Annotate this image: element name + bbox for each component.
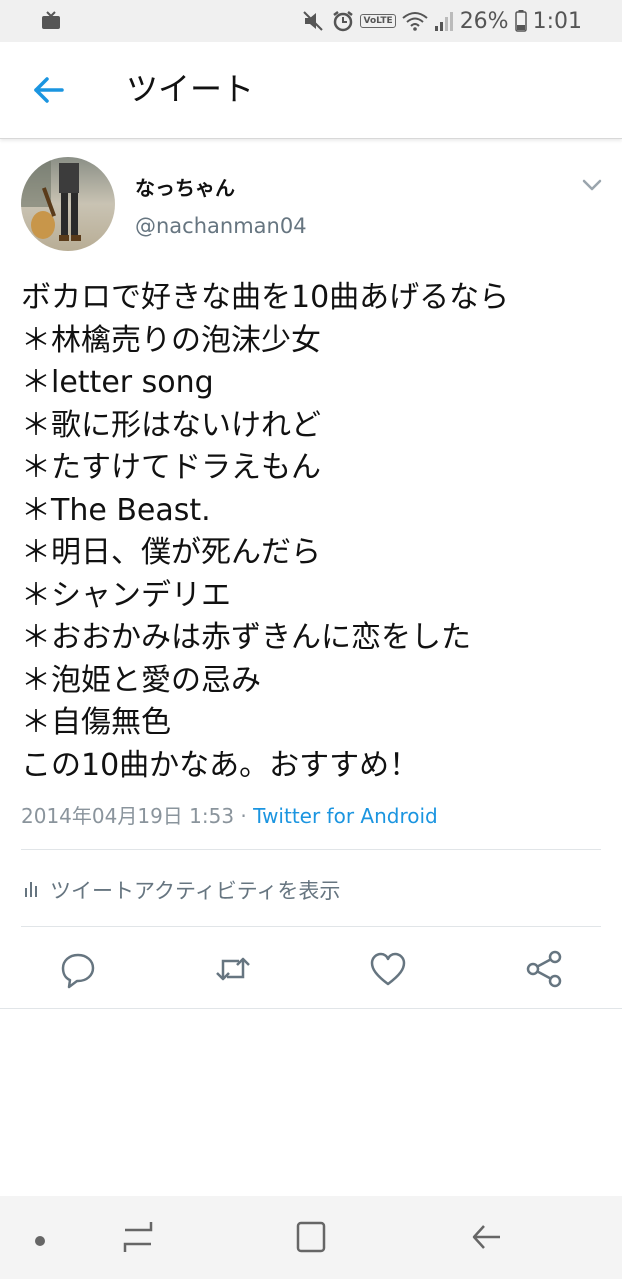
tweet-line: ＊おおかみは赤ずきんに恋をした <box>21 620 471 655</box>
alarm-icon <box>332 10 354 32</box>
share-icon[interactable] <box>524 949 564 989</box>
tweet-line: ボカロで好きな曲を10曲あげるなら <box>21 280 510 315</box>
tweet-line: ＊林檎売りの泡沫少女 <box>21 322 321 358</box>
retweet-icon[interactable] <box>213 949 253 989</box>
nav-dot-icon[interactable] <box>34 1232 46 1251</box>
battery-icon <box>514 10 527 32</box>
meta-separator: · <box>234 804 254 828</box>
tweet-line: ＊泡姫と愛の忌み <box>21 662 261 698</box>
tweet-line: ＊シャンデリエ <box>21 577 231 613</box>
tweet-meta: 2014年04月19日 1:53 · Twitter for Android <box>21 800 438 829</box>
tweet-line: ＊自傷無色 <box>21 705 171 740</box>
author-handle[interactable]: @nachanman04 <box>135 214 307 238</box>
volte-icon: VoLTE <box>360 14 396 28</box>
reply-icon[interactable] <box>58 949 98 989</box>
bar-chart-icon <box>24 878 40 903</box>
divider <box>0 1008 622 1009</box>
home-icon[interactable] <box>295 1220 327 1258</box>
tweet-line: この10曲かなあ。おすすめ！ <box>21 747 420 783</box>
avatar[interactable] <box>21 157 115 251</box>
tweet-line: ＊明日、僕が死んだら <box>21 535 321 570</box>
tweet-line: ＊The Beast. <box>21 492 211 528</box>
divider <box>21 849 601 850</box>
status-bar: VoLTE 26% 1:01 <box>0 0 622 42</box>
tv-icon <box>40 11 62 35</box>
page-title: ツイート <box>126 70 255 108</box>
tweet-line: ＊たすけてドラえもん <box>21 450 321 485</box>
tweet-line: ＊letter song <box>21 365 214 400</box>
signal-icon <box>434 10 454 32</box>
status-icons: VoLTE 26% 1:01 <box>302 7 582 35</box>
like-icon[interactable] <box>368 949 408 989</box>
tweet-text: ボカロで好きな曲を10曲あげるなら ＊林檎売りの泡沫少女 ＊letter son… <box>21 277 611 787</box>
author-name[interactable]: なっちゃん <box>135 172 235 201</box>
battery-percent: 26% <box>459 8 509 34</box>
app-bar: ツイート <box>0 42 622 139</box>
time: 1:01 <box>532 8 582 34</box>
back-arrow-icon[interactable] <box>30 72 66 108</box>
tweet-timestamp: 2014年04月19日 1:53 <box>21 804 235 828</box>
tweet-activity-label: ツイートアクティビティを表示 <box>50 879 341 903</box>
tweet-activity-link[interactable]: ツイートアクティビティを表示 <box>24 875 340 905</box>
navigation-bar <box>0 1196 622 1279</box>
recent-apps-icon[interactable] <box>122 1220 154 1258</box>
back-icon[interactable] <box>470 1220 502 1258</box>
divider <box>21 926 601 927</box>
tweet-line: ＊歌に形はないけれど <box>21 407 321 443</box>
chevron-down-icon[interactable] <box>580 175 604 195</box>
tweet-source-link[interactable]: Twitter for Android <box>253 804 438 828</box>
mute-icon <box>302 10 326 32</box>
wifi-icon <box>402 11 428 31</box>
